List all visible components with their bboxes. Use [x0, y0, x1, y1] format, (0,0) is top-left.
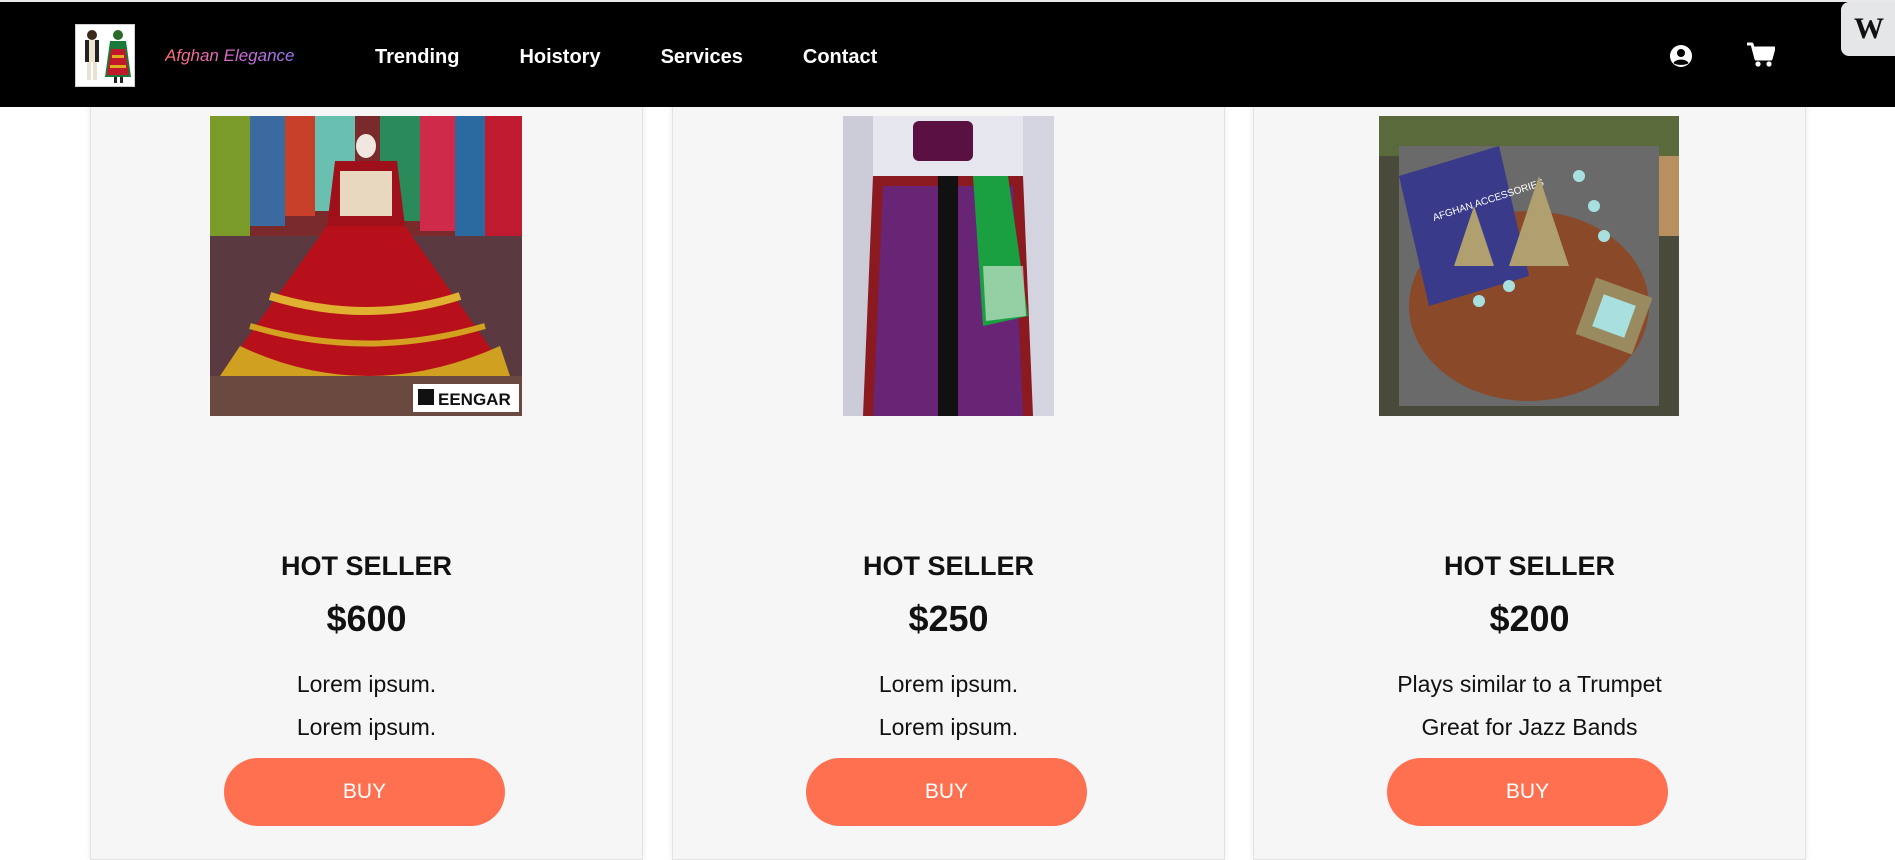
nav-link-history[interactable]: Hoistory	[519, 46, 600, 69]
nav-link-contact[interactable]: Contact	[803, 46, 877, 69]
product-title: HOT SELLER	[1443, 551, 1615, 581]
product-card-1: EENGAR HOT SELLER $600 Lorem ipsum. Lore…	[90, 100, 643, 860]
top-border-line	[0, 0, 1895, 2]
product-card-2: HOT SELLER $250 Lorem ipsum. Lorem ipsum…	[672, 100, 1225, 860]
user-circle-icon[interactable]	[1669, 44, 1693, 68]
product-feature: Plays similar to a Trumpet	[1397, 671, 1662, 697]
buy-button[interactable]: BUY	[806, 758, 1087, 826]
product-card-3: AFGHAN ACCESSORIES HOT SELLER $200 Plays…	[1253, 100, 1806, 860]
logo-figures-icon	[76, 25, 134, 86]
w-badge-letter: W	[1854, 12, 1884, 45]
nav-links: Trending Hoistory Services Contact	[375, 46, 937, 69]
nav-link-services[interactable]: Services	[661, 46, 743, 69]
product-title: HOT SELLER	[862, 551, 1034, 581]
buy-button[interactable]: BUY	[224, 758, 505, 826]
afghan-dress-image[interactable]: EENGAR	[210, 116, 522, 416]
product-price: $600	[326, 598, 407, 639]
nav-link-trending[interactable]: Trending	[375, 46, 459, 69]
product-price: $250	[908, 598, 989, 639]
brand-name[interactable]: Afghan Elegance	[165, 46, 295, 66]
navbar: Afghan Elegance Trending Hoistory Servic…	[0, 2, 1895, 107]
afghan-vest-image[interactable]	[843, 116, 1054, 416]
product-title: HOT SELLER	[280, 551, 452, 581]
logo[interactable]	[75, 24, 135, 87]
product-price: $200	[1489, 598, 1570, 639]
product-feature: Lorem ipsum.	[878, 671, 1019, 697]
product-feature: Lorem ipsum.	[296, 671, 437, 697]
w-badge-button[interactable]: W	[1841, 2, 1895, 56]
product-feature: Lorem ipsum.	[296, 714, 437, 740]
afghan-jewelry-image[interactable]: AFGHAN ACCESSORIES	[1379, 116, 1679, 416]
product-feature: Lorem ipsum.	[878, 714, 1019, 740]
product-feature: Great for Jazz Bands	[1421, 714, 1638, 740]
dress-watermark-text: EENGAR	[438, 390, 511, 409]
shopping-cart-icon[interactable]	[1747, 42, 1775, 68]
buy-button[interactable]: BUY	[1387, 758, 1668, 826]
